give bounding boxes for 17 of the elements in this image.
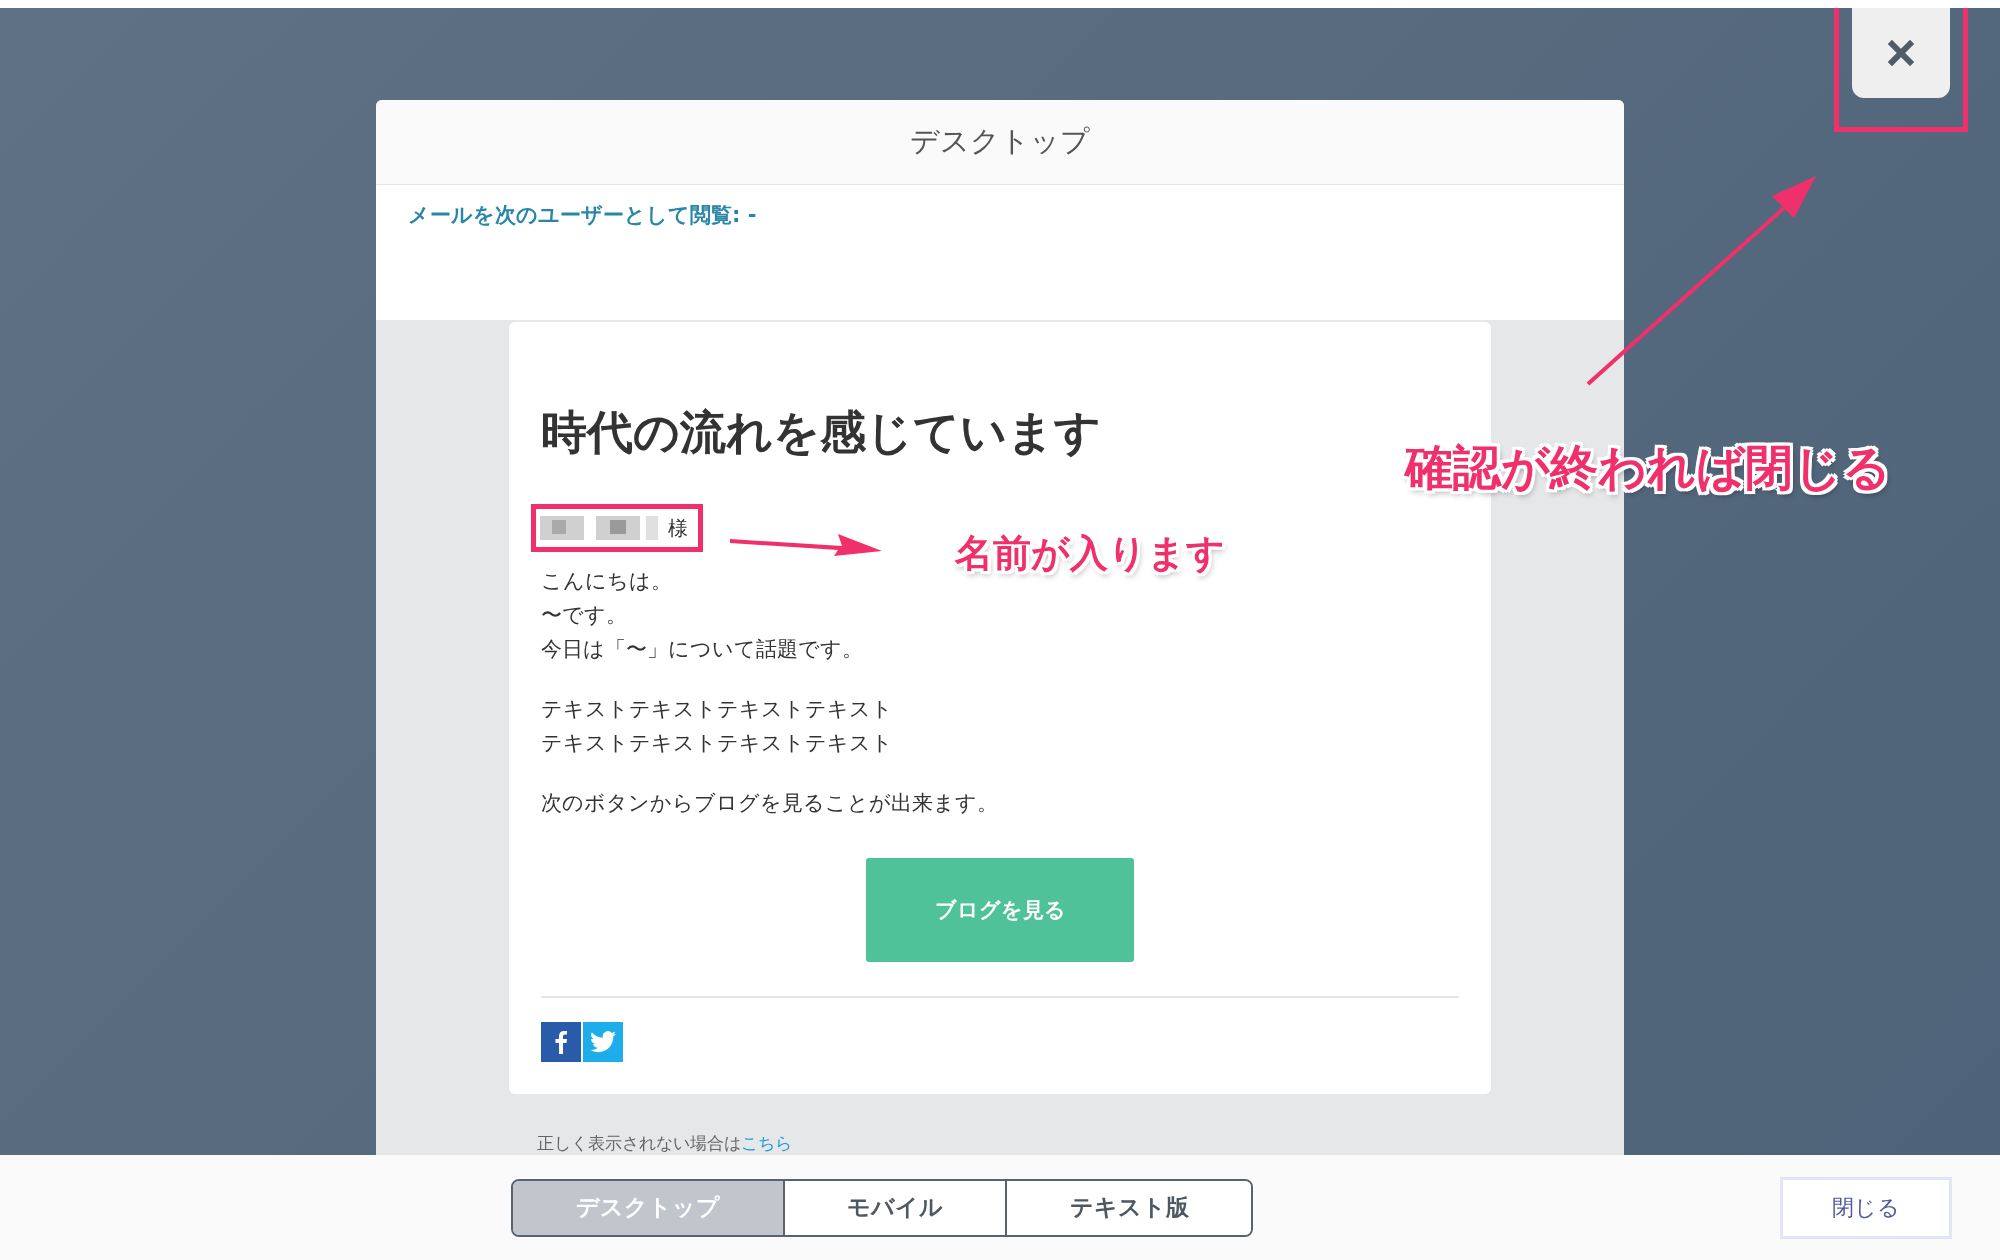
email-text-line: 次のボタンからブログを見ることが出来ます。 [541,790,999,817]
view-tab[interactable]: テキスト版 [1005,1180,1251,1235]
modal-title: デスクトップ [910,123,1090,160]
email-text-line: こんにちは。 [541,568,673,595]
viewer-label: メールを次のユーザーとして閲覧: - [408,203,757,227]
email-heading: 時代の流れを感じています [541,404,1102,461]
email-text-line: テキストテキストテキストテキスト [541,696,894,723]
close-button[interactable]: 閉じる [1780,1176,1952,1239]
email-text-line: テキストテキストテキストテキスト [541,730,894,757]
close-icon[interactable] [1852,8,1950,98]
email-text-line: 〜です。 [541,602,628,629]
view-tab[interactable]: モバイル [783,1180,1005,1235]
email-text-line: 今日は「〜」について話題です。 [541,636,864,663]
recipient-honorific: 様 [668,514,688,542]
annotation-text: 名前が入ります [955,530,1225,577]
facebook-icon[interactable] [541,1022,581,1062]
fallback-text: 正しく表示されない場合はこちら [537,1133,792,1153]
